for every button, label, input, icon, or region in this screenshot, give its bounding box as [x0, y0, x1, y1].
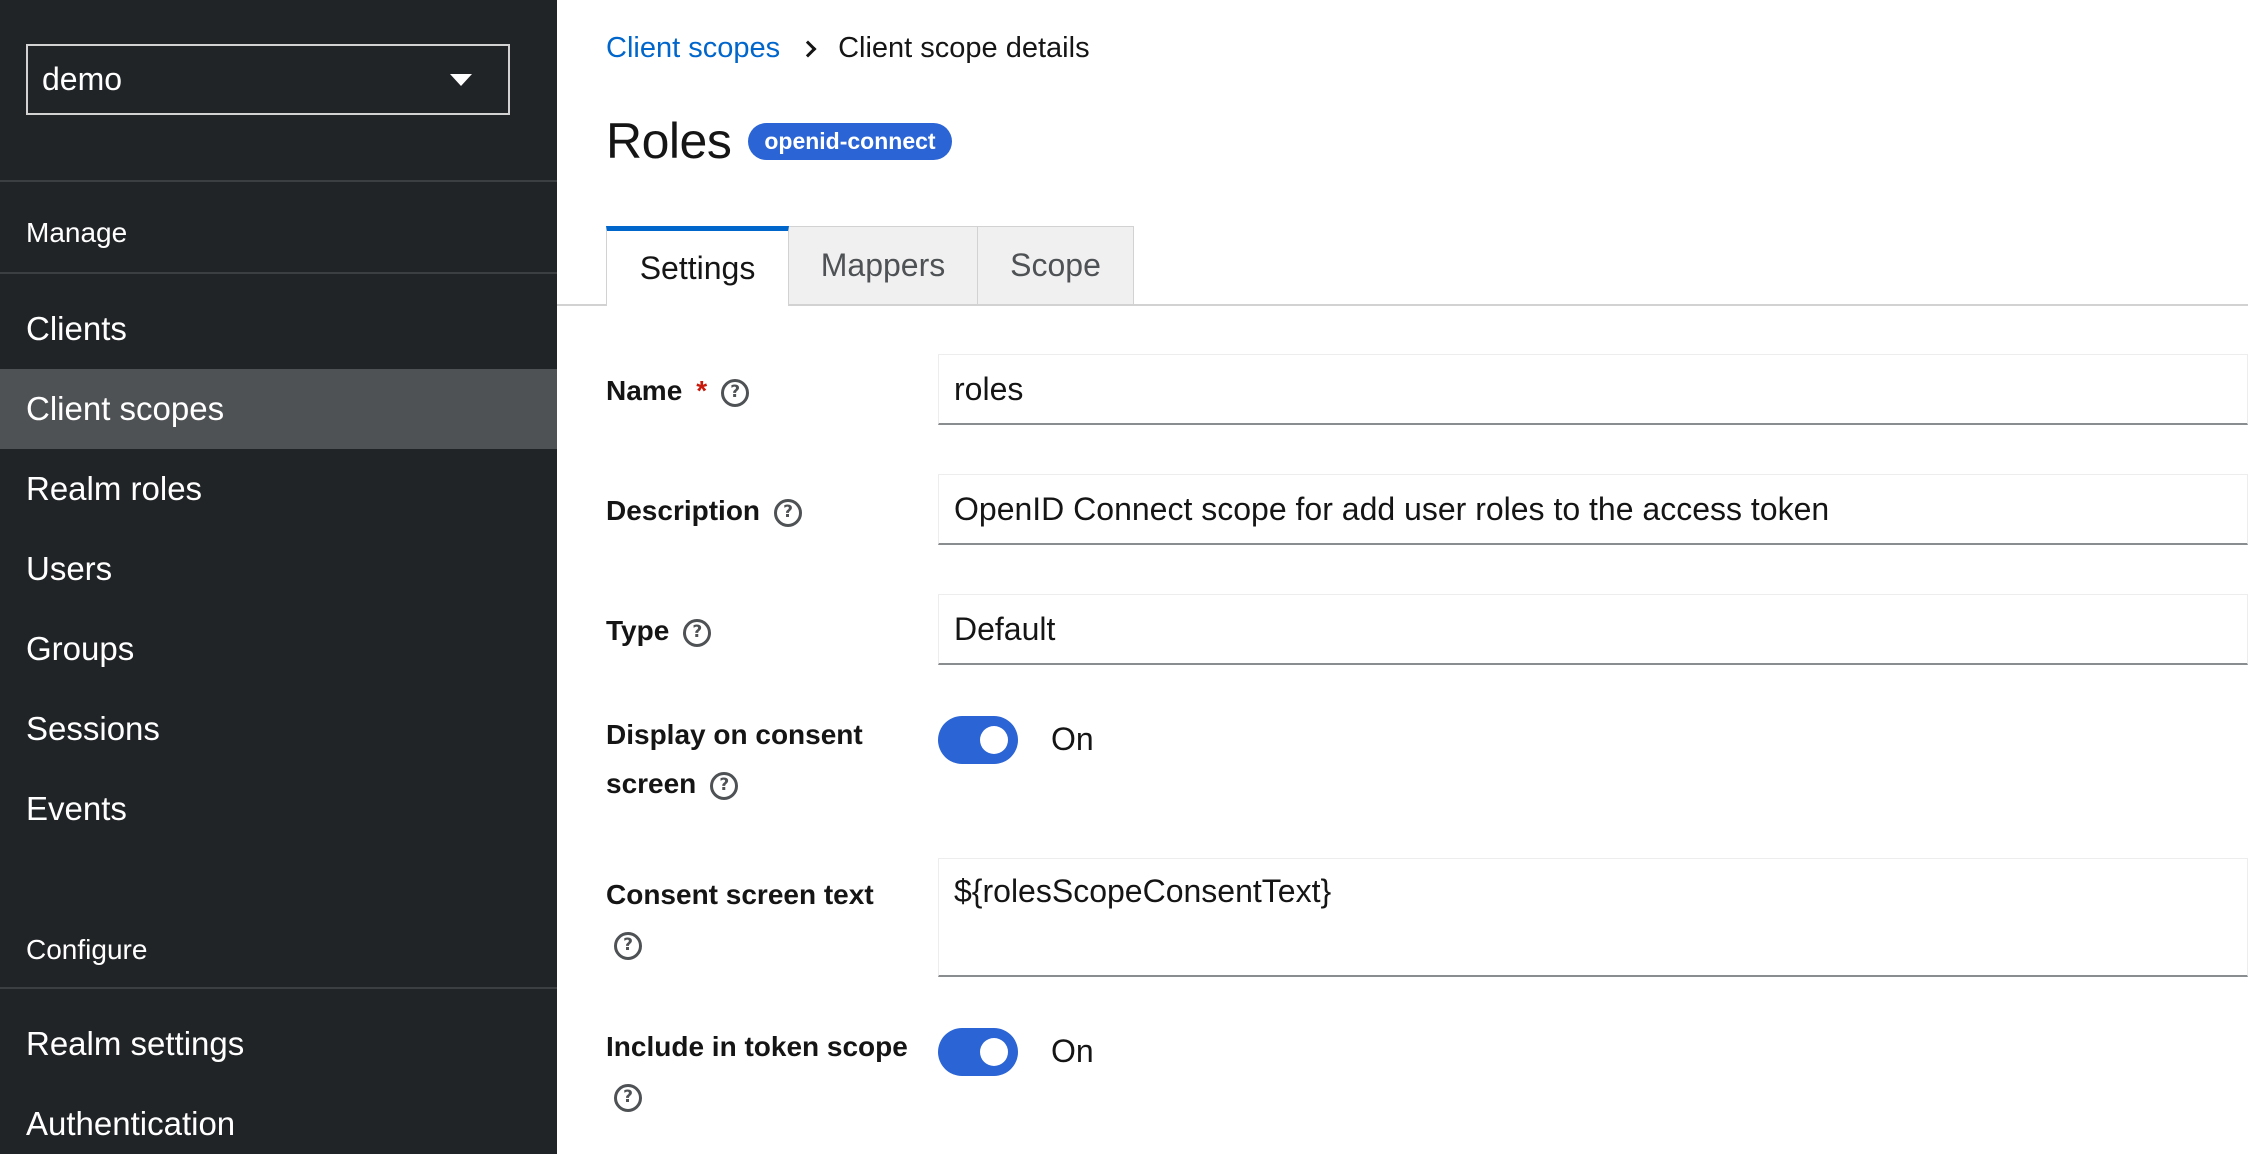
caret-down-icon [450, 73, 472, 86]
help-icon[interactable]: ? [710, 771, 739, 800]
tabs: Settings Mappers Scope [606, 226, 1134, 306]
sidebar-divider [0, 272, 557, 274]
name-label: Name [606, 375, 683, 406]
include-token-label-row: Include in token scope ? [606, 1022, 908, 1120]
chevron-right-icon [799, 40, 817, 57]
page-title: Roles [606, 113, 732, 169]
description-input[interactable] [938, 474, 2248, 545]
sidebar: demo Manage Clients Client scopes Realm … [0, 0, 557, 1154]
name-input[interactable] [938, 354, 2248, 425]
display-consent-label-line1: Display on consent [606, 719, 863, 750]
display-consent-state: On [1051, 721, 1094, 757]
consent-text-label: Consent screen text [606, 879, 874, 910]
toggle-knob [980, 726, 1008, 754]
sidebar-item-events[interactable]: Events [0, 769, 557, 849]
sidebar-item-users[interactable]: Users [0, 529, 557, 609]
sidebar-section-manage: Manage [26, 217, 128, 248]
breadcrumb-current: Client scope details [838, 32, 1090, 64]
sidebar-item-authentication[interactable]: Authentication [0, 1084, 557, 1154]
sidebar-item-groups[interactable]: Groups [0, 609, 557, 689]
help-icon[interactable]: ? [614, 931, 642, 960]
page-header: Roles openid-connect [606, 112, 952, 170]
protocol-badge: openid-connect [748, 122, 952, 160]
realm-selector-value: demo [42, 61, 123, 97]
sidebar-item-realm-settings[interactable]: Realm settings [0, 1004, 557, 1084]
sidebar-item-sessions[interactable]: Sessions [0, 689, 557, 769]
include-token-label: Include in token scope [606, 1031, 908, 1062]
toggle-knob [980, 1038, 1008, 1066]
display-consent-label-row: Display on consent screen? [606, 710, 863, 808]
tab-mappers[interactable]: Mappers [789, 226, 978, 305]
name-label-row: Name *? [606, 366, 750, 415]
sidebar-divider [0, 987, 557, 989]
include-token-toggle[interactable] [938, 1028, 1018, 1076]
help-icon[interactable]: ? [721, 378, 750, 407]
help-icon[interactable]: ? [774, 498, 803, 527]
description-label-row: Description? [606, 486, 803, 535]
type-label: Type [606, 615, 670, 646]
description-label: Description [606, 495, 761, 526]
type-select-value: Default [954, 610, 1056, 647]
breadcrumb: Client scopes Client scope details [606, 32, 1090, 65]
realm-selector[interactable]: demo [26, 44, 510, 115]
sidebar-item-clients[interactable]: Clients [0, 289, 557, 369]
consent-text-label-row: Consent screen text ? [606, 870, 874, 968]
sidebar-item-realm-roles[interactable]: Realm roles [0, 449, 557, 529]
main-content: Client scopes Client scope details Roles… [557, 0, 2248, 1154]
help-icon[interactable]: ? [614, 1083, 642, 1112]
tab-scope[interactable]: Scope [978, 226, 1134, 305]
sidebar-item-client-scopes[interactable]: Client scopes [0, 369, 557, 449]
sidebar-section-configure: Configure [26, 934, 148, 965]
type-select[interactable]: Default [938, 594, 2248, 665]
display-consent-toggle[interactable] [938, 716, 1018, 764]
include-token-state: On [1051, 1033, 1094, 1069]
consent-text-textarea[interactable]: ${rolesScopeConsentText} [938, 858, 2248, 977]
type-label-row: Type? [606, 606, 712, 655]
help-icon[interactable]: ? [683, 618, 712, 647]
breadcrumb-link-client-scopes[interactable]: Client scopes [606, 32, 780, 65]
tab-settings[interactable]: Settings [606, 226, 789, 306]
display-consent-label-line2: screen [606, 768, 697, 799]
required-mark: * [696, 375, 708, 406]
sidebar-divider [0, 180, 557, 182]
